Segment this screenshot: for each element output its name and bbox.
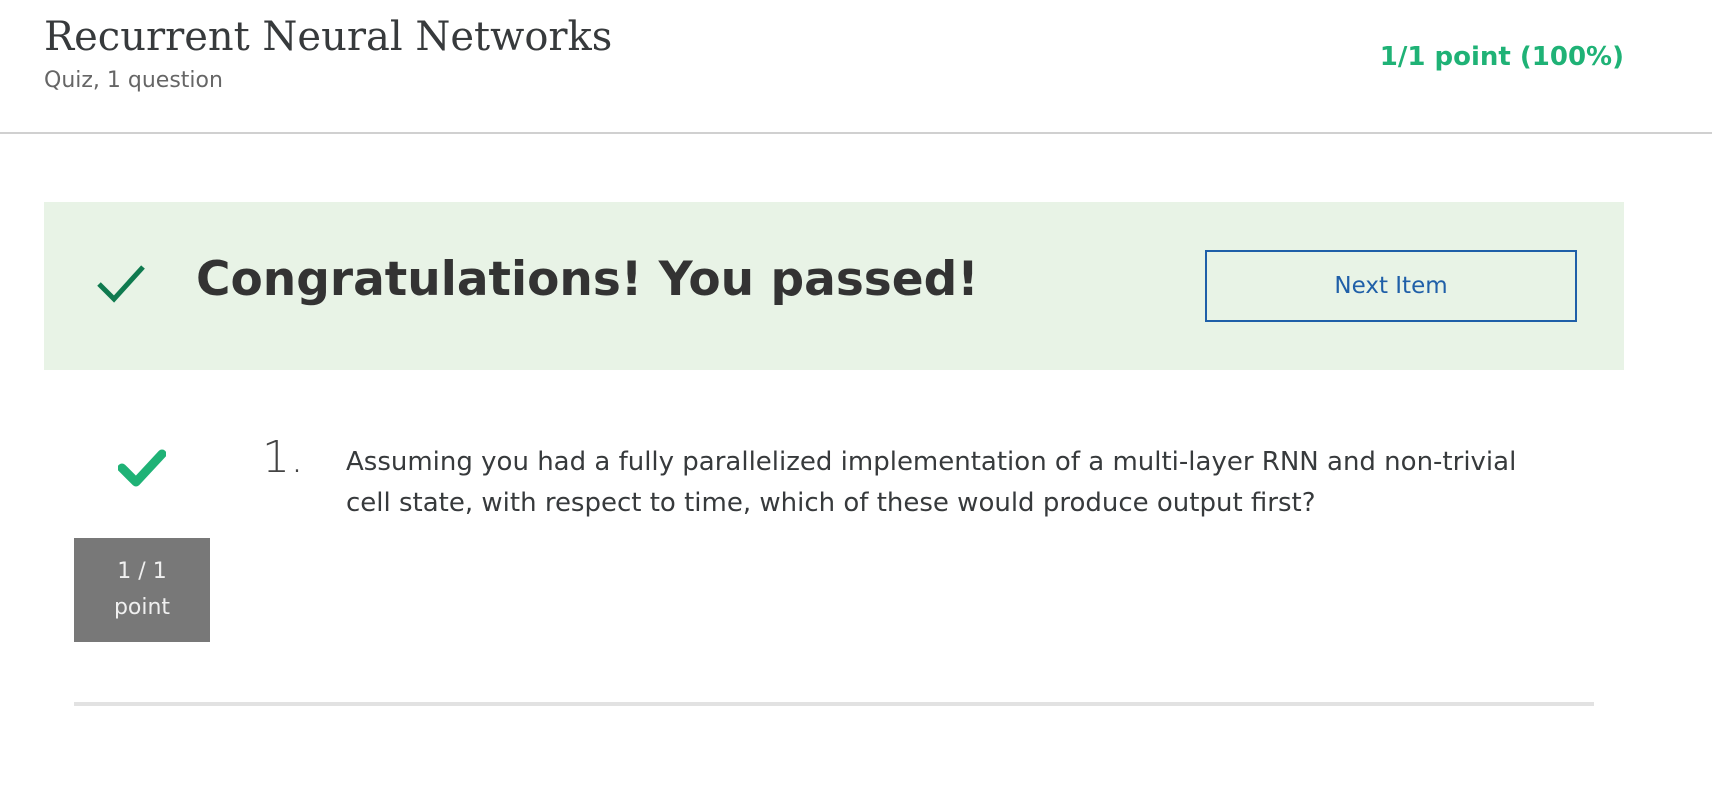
question-number: 1. xyxy=(262,432,304,483)
correct-check-icon xyxy=(118,449,166,487)
quiz-title: Recurrent Neural Networks xyxy=(44,14,613,60)
next-item-button[interactable]: Next Item xyxy=(1205,250,1577,322)
points-value: 1 / 1 xyxy=(117,559,167,584)
question-points-badge: 1 / 1 point xyxy=(74,538,210,642)
quiz-header: Recurrent Neural Networks Quiz, 1 questi… xyxy=(0,0,1712,134)
question-divider xyxy=(74,702,1594,706)
pass-message: Congratulations! You passed! xyxy=(196,252,979,307)
quiz-subtitle: Quiz, 1 question xyxy=(44,68,223,93)
checkmark-icon xyxy=(97,265,145,303)
question-text: Assuming you had a fully parallelized im… xyxy=(346,447,1517,518)
points-unit: point xyxy=(113,595,171,620)
quiz-score: 1/1 point (100%) xyxy=(1379,42,1624,72)
pass-banner: Congratulations! You passed! Next Item xyxy=(44,202,1624,370)
